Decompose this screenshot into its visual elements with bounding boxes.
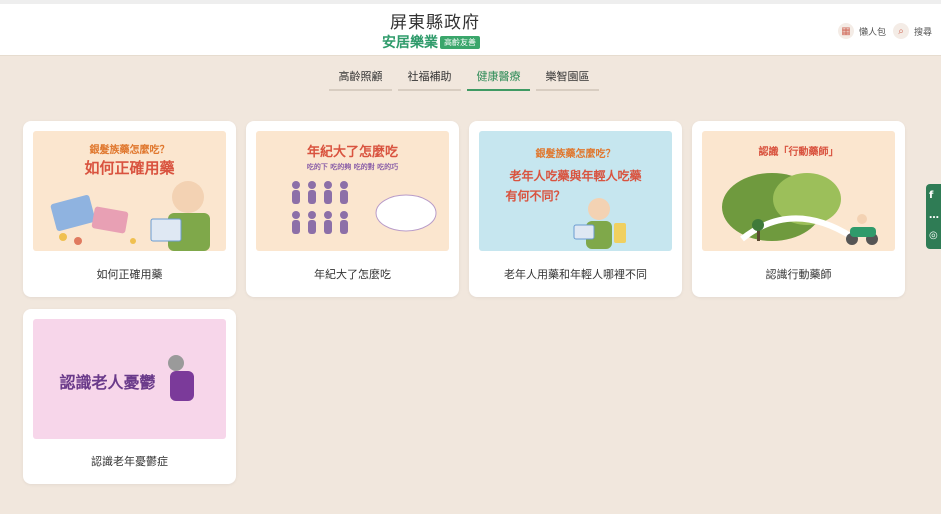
thumb-top-text: 認識「行動藥師」 <box>758 147 839 158</box>
thumb-title: 老年人吃藥與年輕人吃藥 <box>509 169 642 183</box>
article-card[interactable]: 認識「行動藥師」 認識行動藥師 <box>692 121 905 297</box>
lazy-pack-button[interactable]: ▦ 懶人包 <box>838 20 886 42</box>
instagram-icon[interactable]: ◎ <box>929 230 941 242</box>
logo-line1: 屏東縣政府 <box>390 13 480 33</box>
card-caption: 認識行動藥師 <box>765 268 832 281</box>
lazy-pack-label: 懶人包 <box>859 27 887 38</box>
tab-welfare-subsidy[interactable]: 社福補助 <box>398 67 461 91</box>
card-caption: 年紀大了怎麼吃 <box>314 268 391 281</box>
landscape-illustration <box>722 173 878 245</box>
grid-icon: ▦ <box>838 23 854 39</box>
card-thumbnail: 銀髮族藥怎麼吃？ 老年人吃藥與年輕人吃藥 有何不同？ <box>479 131 672 251</box>
thumb-top-text: 銀髮族藥怎麼吃？ <box>89 145 170 156</box>
tab-health-medical[interactable]: 健康醫療 <box>467 67 530 91</box>
card-thumbnail: 認識「行動藥師」 <box>702 131 895 251</box>
card-thumbnail: 年紀大了怎麼吃 吃的下 吃的夠 吃的對 吃的巧 <box>256 131 449 251</box>
logo-line2: 安居樂業 <box>382 35 438 51</box>
facebook-icon[interactable]: f <box>929 190 941 202</box>
card-caption: 認識老年憂鬱症 <box>91 455 168 468</box>
line-icon[interactable]: … <box>929 210 941 222</box>
site-header: 屏東縣政府 安居樂業 高齡友善 ▦ 懶人包 ⌕ 搜尋 <box>0 0 941 56</box>
search-button[interactable]: ⌕ 搜尋 <box>893 20 932 42</box>
search-label: 搜尋 <box>914 27 933 38</box>
site-logo[interactable]: 屏東縣政府 安居樂業 高齡友善 <box>382 8 492 54</box>
tab-dementia-park[interactable]: 樂智園區 <box>536 67 599 91</box>
article-card[interactable]: 銀髮族藥怎麼吃？ 老年人吃藥與年輕人吃藥 有何不同？ 老年人用藥和年輕人哪裡不同 <box>469 121 682 297</box>
card-caption: 如何正確用藥 <box>96 268 163 281</box>
depressed-elder-illustration <box>168 355 194 401</box>
thumb-title: 如何正確用藥 <box>84 159 175 177</box>
card-caption: 老年人用藥和年輕人哪裡不同 <box>504 268 647 281</box>
tab-elderly-care[interactable]: 高齡照顧 <box>329 67 392 91</box>
card-thumbnail: 銀髮族藥怎麼吃？ 如何正確用藥 <box>33 131 226 251</box>
card-thumbnail: 認識老人憂鬱 <box>33 319 226 439</box>
article-card[interactable]: 認識老人憂鬱 認識老年憂鬱症 <box>23 309 236 484</box>
article-card[interactable]: 銀髮族藥怎麼吃？ 如何正確用藥 如何正確用藥 <box>23 121 236 297</box>
medicine-illustration <box>50 181 210 251</box>
search-icon: ⌕ <box>893 23 909 39</box>
logo-badge: 高齡友善 <box>440 36 480 49</box>
thumb-top-text: 銀髮族藥怎麼吃？ <box>535 149 616 160</box>
people-illustration <box>292 181 437 234</box>
thumb-subtitle: 吃的下 吃的夠 吃的對 吃的巧 <box>306 163 399 171</box>
top-border <box>0 0 941 4</box>
article-card[interactable]: 年紀大了怎麼吃 吃的下 吃的夠 吃的對 吃的巧 年紀大了怎麼吃 <box>246 121 459 297</box>
elderly-man-illustration <box>573 198 626 249</box>
thumb-top-text: 年紀大了怎麼吃 <box>306 145 398 160</box>
social-sidebar: f … ◎ <box>926 184 941 249</box>
category-tabs: 高齡照顧 社福補助 健康醫療 樂智園區 <box>329 67 599 91</box>
